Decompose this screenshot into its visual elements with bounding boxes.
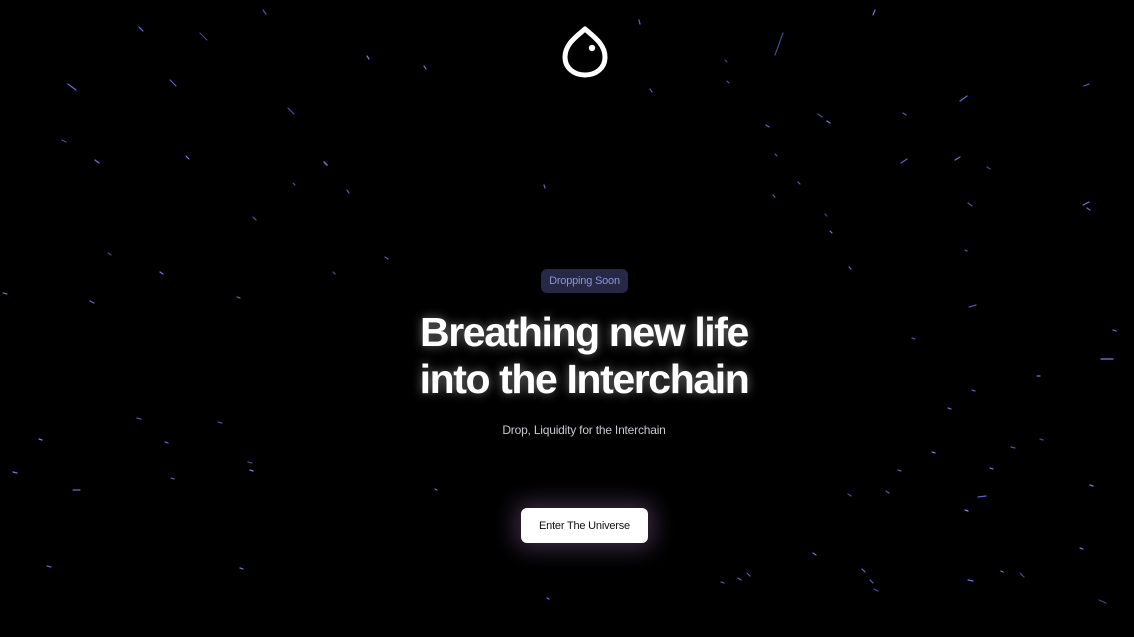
star-streak <box>724 59 728 63</box>
star-streak <box>954 156 961 161</box>
star-streak <box>964 509 969 512</box>
star-streak <box>1112 329 1117 332</box>
star-streak <box>911 337 916 340</box>
star-streak <box>726 80 730 84</box>
star-streak <box>247 461 253 464</box>
star-streak <box>1000 570 1004 573</box>
star-streak <box>861 568 866 573</box>
enter-universe-button[interactable]: Enter The Universe <box>521 508 648 543</box>
star-streak <box>46 565 52 568</box>
star-streak <box>873 588 879 592</box>
star-streak <box>720 581 725 584</box>
landing-page: Dropping Soon Breathing new life into th… <box>0 0 1134 637</box>
star-streak <box>159 271 164 275</box>
star-streak <box>164 441 169 444</box>
star-streak <box>947 407 952 410</box>
star-streak <box>170 477 175 480</box>
star-streak <box>185 155 190 160</box>
star-streak <box>774 32 784 56</box>
star-streak <box>737 577 742 581</box>
star-streak <box>423 65 427 70</box>
star-streak <box>287 107 295 115</box>
star-streak <box>986 166 991 170</box>
star-streak <box>136 417 142 420</box>
star-streak <box>1098 599 1107 604</box>
star-streak <box>67 83 77 91</box>
dropping-soon-badge: Dropping Soon <box>541 269 628 293</box>
star-streak <box>236 296 241 299</box>
star-streak <box>169 79 177 87</box>
star-streak <box>1086 207 1091 211</box>
star-streak <box>346 189 350 194</box>
star-streak <box>847 493 852 497</box>
star-streak <box>649 88 653 93</box>
star-streak <box>262 9 267 15</box>
star-streak <box>977 495 987 498</box>
star-streak <box>1039 438 1044 441</box>
star-streak <box>94 159 100 164</box>
star-streak <box>366 55 370 60</box>
star-streak <box>1083 83 1090 87</box>
headline-line-1: Breathing new life <box>420 309 749 355</box>
star-streak <box>797 181 801 185</box>
star-streak <box>384 256 389 260</box>
star-streak <box>968 304 977 308</box>
star-streak <box>971 389 976 392</box>
hero-headline: Breathing new life into the Interchain <box>367 309 801 403</box>
star-streak <box>292 182 296 186</box>
star-streak <box>824 213 828 217</box>
star-streak <box>252 216 257 221</box>
star-streak <box>774 153 778 157</box>
star-streak <box>900 158 908 164</box>
star-streak <box>61 139 67 143</box>
star-streak <box>967 579 974 582</box>
star-streak <box>239 567 244 570</box>
star-streak <box>869 579 874 584</box>
star-streak <box>964 249 968 252</box>
star-streak <box>1019 572 1025 578</box>
star-streak <box>872 9 876 16</box>
star-streak <box>543 184 546 189</box>
star-streak <box>1082 201 1090 206</box>
star-streak <box>546 597 550 600</box>
star-streak <box>199 32 208 41</box>
star-streak <box>967 202 973 207</box>
star-streak <box>902 112 907 116</box>
star-streak <box>638 19 641 25</box>
star-streak <box>931 451 936 454</box>
star-streak <box>12 471 18 474</box>
star-streak <box>1089 484 1094 487</box>
star-streak <box>249 469 254 472</box>
star-streak <box>989 467 994 470</box>
star-streak <box>38 438 43 441</box>
star-streak <box>332 271 336 275</box>
star-streak <box>138 26 144 32</box>
star-streak <box>829 230 833 234</box>
star-streak <box>434 488 438 491</box>
star-streak <box>765 124 770 128</box>
star-streak <box>826 120 831 124</box>
star-streak <box>217 421 223 424</box>
star-streak <box>107 252 112 256</box>
star-streak <box>2 292 8 295</box>
star-streak <box>885 490 890 494</box>
hero-subtitle: Drop, Liquidity for the Interchain <box>502 423 666 437</box>
star-streak <box>848 266 852 270</box>
star-streak <box>772 194 776 198</box>
star-streak <box>959 95 968 102</box>
headline-line-2: into the Interchain <box>419 356 750 402</box>
star-streak <box>817 113 823 118</box>
star-streak <box>812 552 817 556</box>
drop-logo-icon[interactable] <box>562 26 608 78</box>
star-streak <box>897 469 902 472</box>
star-streak <box>1010 446 1016 449</box>
star-streak <box>323 161 328 166</box>
star-streak <box>89 300 95 304</box>
star-streak <box>1079 547 1084 550</box>
star-streak <box>746 572 751 577</box>
